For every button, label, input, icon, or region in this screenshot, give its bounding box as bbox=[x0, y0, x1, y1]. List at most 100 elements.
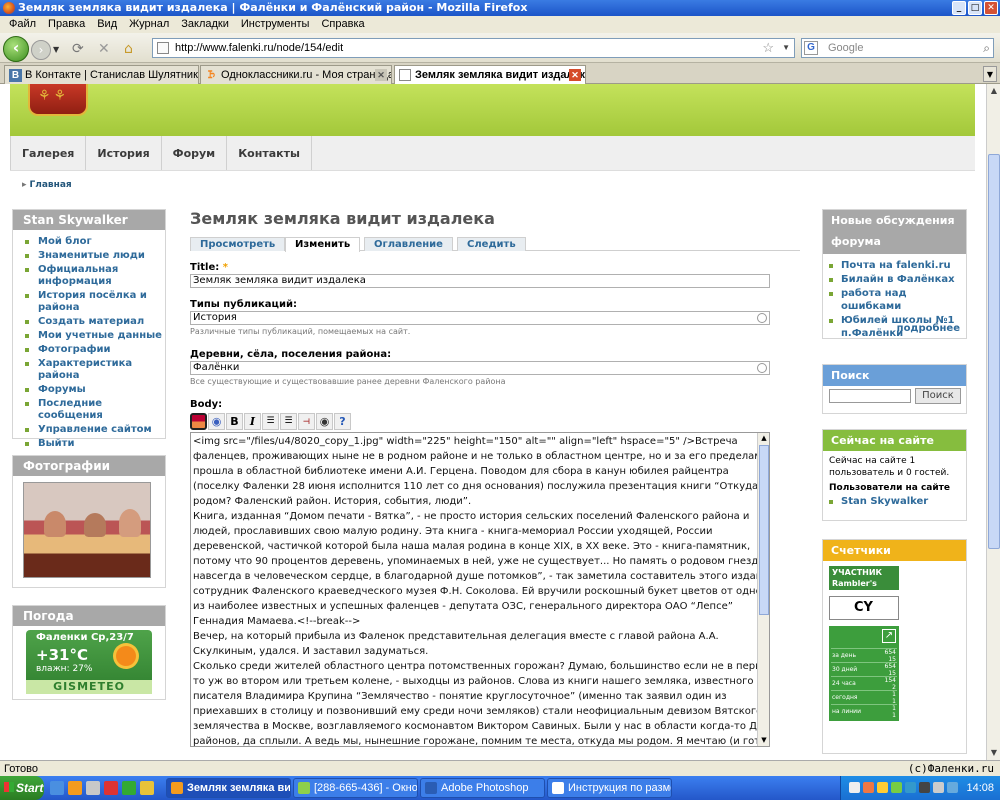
link-history[interactable]: История посёлка и района bbox=[25, 290, 165, 314]
photo-thumbnail[interactable] bbox=[23, 482, 151, 578]
forum-more-link[interactable]: подробнее bbox=[897, 323, 960, 334]
nav-gallery[interactable]: Галерея bbox=[10, 136, 87, 170]
villages-select[interactable]: Фалёнки bbox=[190, 361, 770, 375]
preview-eye-icon[interactable]: ◉ bbox=[316, 413, 333, 430]
taskbar-item-firefox[interactable]: Земляк земляка вид... bbox=[166, 778, 291, 798]
tray-app-icon[interactable] bbox=[919, 782, 930, 793]
breadcrumb-home[interactable]: Главная bbox=[30, 180, 72, 190]
textarea-scrollbar[interactable]: ▲ ▼ bbox=[757, 433, 769, 746]
tab-edit[interactable]: Изменить bbox=[285, 237, 361, 252]
ie-icon[interactable] bbox=[50, 781, 64, 795]
stop-icon[interactable]: ✕ bbox=[98, 41, 110, 57]
reload-icon[interactable]: ⟳ bbox=[72, 41, 84, 57]
tab-active-edit[interactable]: Земляк земляка видит издалек... ✕ bbox=[394, 65, 586, 85]
site-search-button[interactable]: Поиск bbox=[915, 388, 961, 404]
close-window-button[interactable]: ✕ bbox=[984, 1, 998, 15]
menu-tools[interactable]: Инструменты bbox=[235, 16, 316, 33]
web-search-box[interactable]: G Google ⌕ bbox=[801, 38, 994, 58]
link-photos[interactable]: Фотографии bbox=[25, 344, 165, 356]
menu-edit[interactable]: Правка bbox=[42, 16, 91, 33]
body-textarea[interactable]: <img src="/files/u4/8020_copy_1.jpg" wid… bbox=[190, 432, 770, 747]
bookmark-star-icon[interactable]: ☆ bbox=[762, 39, 774, 57]
liveinternet-counter[interactable]: ↗ за день 654 15 30 дней 654 15 24 часа 154 2 сег… bbox=[829, 626, 899, 721]
tray-antivirus-icon[interactable] bbox=[863, 782, 874, 793]
taskbar-item-photoshop[interactable]: Adobe Photoshop bbox=[420, 778, 545, 798]
menu-bookmarks[interactable]: Закладки bbox=[175, 16, 235, 33]
italic-icon[interactable]: I bbox=[244, 413, 261, 430]
help-icon[interactable]: ? bbox=[334, 413, 351, 430]
forward-button[interactable]: › bbox=[31, 40, 51, 60]
tray-app-icon[interactable] bbox=[877, 782, 888, 793]
nav-history[interactable]: История bbox=[86, 136, 162, 170]
break-icon[interactable]: ⊣ bbox=[298, 413, 315, 430]
maximize-button[interactable]: □ bbox=[968, 1, 982, 15]
link-my-blog[interactable]: Мой блог bbox=[25, 236, 165, 248]
menu-help[interactable]: Справка bbox=[315, 16, 370, 33]
image-insert-icon[interactable] bbox=[190, 413, 207, 430]
opera-icon[interactable] bbox=[104, 781, 118, 795]
menu-history[interactable]: Журнал bbox=[123, 16, 175, 33]
app-icon[interactable] bbox=[122, 781, 136, 795]
tab-odnoklassniki[interactable]: ꘙ Одноклассники.ru - Моя страница ✕ bbox=[200, 65, 392, 84]
site-logo[interactable]: ⚘⚘ bbox=[28, 84, 88, 116]
scroll-down-icon[interactable]: ▼ bbox=[758, 735, 769, 746]
menu-file[interactable]: Файл bbox=[3, 16, 42, 33]
tab-view[interactable]: Просмотреть bbox=[190, 237, 286, 251]
tab-toc[interactable]: Оглавление bbox=[364, 237, 453, 251]
scroll-up-icon[interactable]: ▲ bbox=[987, 84, 1000, 98]
link-district-info[interactable]: Характеристика района bbox=[25, 358, 165, 382]
page-scroll-thumb[interactable] bbox=[988, 154, 1000, 549]
bold-icon[interactable]: B bbox=[226, 413, 243, 430]
link-recent-posts[interactable]: Последние сообщения bbox=[25, 398, 165, 422]
nav-forum[interactable]: Форум bbox=[162, 136, 228, 170]
tray-help-icon[interactable] bbox=[849, 782, 860, 793]
textarea-scroll-thumb[interactable] bbox=[759, 445, 769, 615]
page-scrollbar[interactable]: ▲ ▼ bbox=[986, 84, 1000, 760]
tray-icq-icon[interactable] bbox=[891, 782, 902, 793]
link-my-account[interactable]: Мои учетные данные bbox=[25, 330, 165, 342]
show-desktop-icon[interactable] bbox=[86, 781, 100, 795]
yandex-cy-counter[interactable]: CY bbox=[829, 596, 899, 620]
folder-icon[interactable] bbox=[140, 781, 154, 795]
link-create-content[interactable]: Создать материал bbox=[25, 316, 165, 328]
minimize-button[interactable]: _ bbox=[952, 1, 966, 15]
forum-link[interactable]: работа над ошибками bbox=[829, 287, 960, 313]
link-famous-people[interactable]: Знаменитые люди bbox=[25, 250, 165, 262]
rambler-counter[interactable]: УЧАСТНИК Rambler's TOP100 bbox=[829, 566, 899, 590]
link-forums[interactable]: Форумы bbox=[25, 384, 165, 396]
tray-network-icon[interactable] bbox=[905, 782, 916, 793]
taskbar-item-icq[interactable]: [288-665-436] - Окно со... bbox=[293, 778, 418, 798]
menu-view[interactable]: Вид bbox=[91, 16, 123, 33]
firefox-quicklaunch-icon[interactable] bbox=[68, 781, 82, 795]
scroll-up-icon[interactable]: ▲ bbox=[758, 433, 769, 444]
history-dropdown-icon[interactable]: ▼ bbox=[53, 45, 59, 54]
home-icon[interactable]: ⌂ bbox=[124, 41, 133, 57]
tray-app-icon[interactable] bbox=[947, 782, 958, 793]
title-input[interactable]: Земляк земляка видит издалека bbox=[190, 274, 770, 288]
start-button[interactable]: Start bbox=[0, 776, 44, 800]
back-button[interactable]: ‹ bbox=[3, 36, 29, 62]
forum-link[interactable]: Почта на falenki.ru bbox=[829, 259, 960, 272]
link-official-info[interactable]: Официальная информация bbox=[25, 264, 165, 288]
link-icon[interactable]: ◉ bbox=[208, 413, 225, 430]
types-select[interactable]: История bbox=[190, 311, 770, 325]
close-tab-icon[interactable]: ✕ bbox=[375, 69, 387, 81]
link-administer[interactable]: Управление сайтом bbox=[25, 424, 165, 436]
tab-track[interactable]: Следить bbox=[457, 237, 526, 251]
nav-contacts[interactable]: Контакты bbox=[227, 136, 312, 170]
url-bar[interactable]: http://www.falenki.ru/node/154/edit ☆ ▼ bbox=[152, 38, 795, 58]
forum-link[interactable]: Билайн в Фалёнках bbox=[829, 273, 960, 286]
search-icon[interactable]: ⌕ bbox=[983, 39, 990, 57]
scroll-down-icon[interactable]: ▼ bbox=[987, 746, 1000, 760]
taskbar-item-document[interactable]: Инструкция по размещ... bbox=[547, 778, 672, 798]
link-logout[interactable]: Выйти bbox=[25, 438, 165, 450]
close-tab-icon[interactable]: ✕ bbox=[569, 69, 581, 81]
tray-volume-icon[interactable] bbox=[933, 782, 944, 793]
ordered-list-icon[interactable]: ☰ bbox=[262, 413, 279, 430]
weather-widget[interactable]: Фаленки Ср,23/7 +31°C влажн: 27% GISMETE… bbox=[26, 630, 152, 694]
tab-vkontakte[interactable]: B В Контакте | Станислав Шулятников bbox=[4, 65, 199, 84]
url-dropdown-icon[interactable]: ▼ bbox=[782, 39, 790, 57]
tab-list-icon[interactable]: ▼ bbox=[983, 66, 997, 82]
google-engine-icon[interactable]: G bbox=[804, 41, 818, 55]
unordered-list-icon[interactable]: ☰ bbox=[280, 413, 297, 430]
